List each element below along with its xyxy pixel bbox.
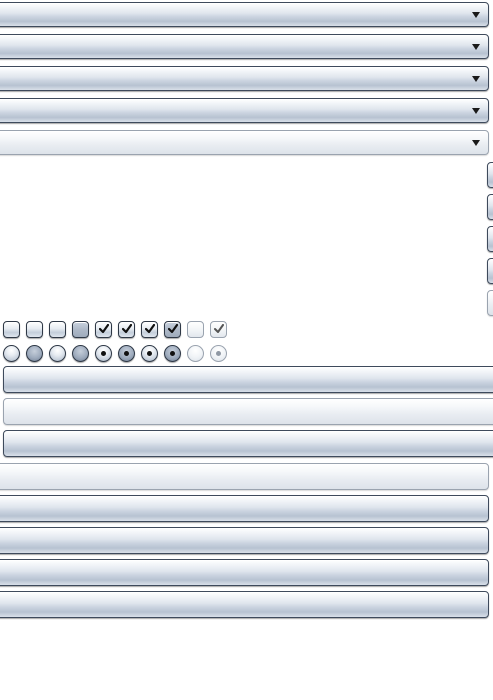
checkbox-checked-hover[interactable] (118, 321, 135, 338)
radio-selected-pressed[interactable] (164, 345, 181, 362)
checkbox-checked-disabled[interactable] (210, 321, 227, 338)
side-button-5-disabled[interactable] (487, 290, 493, 316)
radio-selected[interactable] (95, 345, 112, 362)
full-button-4[interactable] (0, 559, 489, 586)
combo-box-1[interactable] (0, 2, 489, 27)
wide-button-2-disabled[interactable] (3, 398, 493, 425)
full-button-5[interactable] (0, 591, 489, 618)
side-button-4[interactable] (487, 258, 493, 284)
radio-unselected[interactable] (3, 345, 20, 362)
radio-dot-icon (124, 351, 129, 356)
combo-box-4[interactable] (0, 98, 489, 123)
checkbox-checked[interactable] (95, 321, 112, 338)
checkmark-icon (168, 324, 178, 334)
checkbox-disabled[interactable] (187, 321, 204, 338)
checkbox-checked[interactable] (141, 321, 158, 338)
radio-dot-icon (101, 351, 106, 356)
side-button-3[interactable] (487, 226, 493, 252)
radio-unselected[interactable] (49, 345, 66, 362)
combo-box-3[interactable] (0, 66, 489, 91)
checkmark-icon (145, 324, 155, 334)
radio-dot-icon (216, 351, 221, 356)
checkbox-unchecked[interactable] (3, 321, 20, 338)
chevron-down-icon (472, 140, 480, 146)
checkbox-unchecked-pressed[interactable] (72, 321, 89, 338)
chevron-down-icon (472, 76, 480, 82)
full-button-2[interactable] (0, 495, 489, 522)
checkbox-unchecked[interactable] (49, 321, 66, 338)
side-button-2[interactable] (487, 194, 493, 220)
combo-box-2[interactable] (0, 34, 489, 59)
theme-preview-canvas (0, 0, 493, 700)
radio-unselected-hover[interactable] (26, 345, 43, 362)
checkmark-icon (214, 324, 224, 333)
side-button-1[interactable] (487, 162, 493, 188)
checkmark-icon (122, 324, 132, 334)
combo-box-5-disabled[interactable] (0, 130, 489, 155)
wide-button-1[interactable] (3, 366, 493, 393)
radio-disabled[interactable] (187, 345, 204, 362)
checkmark-icon (99, 324, 109, 334)
radio-dot-icon (147, 351, 152, 356)
chevron-down-icon (472, 108, 480, 114)
wide-button-3[interactable] (3, 430, 493, 457)
chevron-down-icon (472, 44, 480, 50)
radio-selected[interactable] (141, 345, 158, 362)
full-button-1-disabled[interactable] (0, 463, 489, 490)
full-button-3[interactable] (0, 527, 489, 554)
checkbox-checked-pressed[interactable] (164, 321, 181, 338)
radio-selected-disabled[interactable] (210, 345, 227, 362)
radio-selected-hover[interactable] (118, 345, 135, 362)
chevron-down-icon (472, 12, 480, 18)
checkbox-unchecked-hover[interactable] (26, 321, 43, 338)
radio-dot-icon (170, 351, 175, 356)
radio-unselected-pressed[interactable] (72, 345, 89, 362)
